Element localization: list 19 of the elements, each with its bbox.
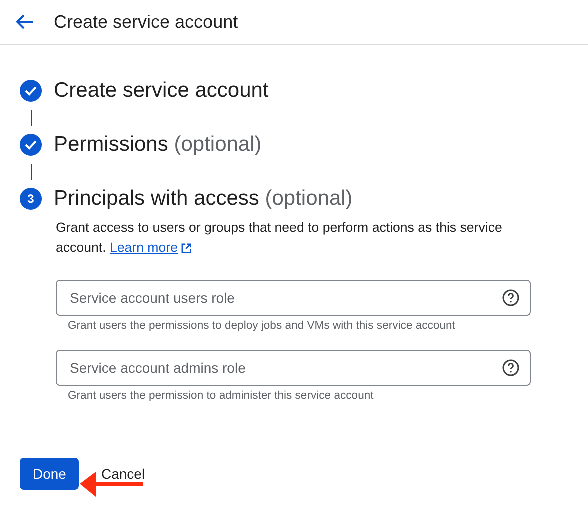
field-hint: Grant users the permissions to deploy jobs and VMs with this service account (68, 320, 456, 332)
role-input[interactable]: Service account users role (68, 289, 502, 307)
cancel-button[interactable]: Cancel (101, 466, 146, 482)
help-icon[interactable] (502, 289, 520, 307)
page-title: Create service account (54, 12, 238, 32)
learn-more-link[interactable]: Learn more (110, 238, 192, 258)
step-number: 3 (20, 188, 42, 210)
step-title: Create service account (54, 79, 269, 103)
role-field[interactable]: Service account admins role (56, 350, 531, 386)
step-title: Permissions (optional) (54, 133, 262, 157)
field-hint: Grant users the permission to administer this service account (68, 390, 375, 402)
role-field[interactable]: Service account users role (56, 280, 531, 316)
done-button[interactable]: Done (20, 458, 80, 490)
external-link-icon (180, 242, 192, 254)
help-icon[interactable] (502, 359, 520, 377)
step-title: Principals with access (optional) (54, 187, 353, 211)
role-input[interactable]: Service account admins role (68, 359, 502, 377)
step-description: Grant access to users or groups that need to perform actions as this service account. Learn more (56, 218, 536, 258)
back-arrow-icon (16, 14, 34, 30)
